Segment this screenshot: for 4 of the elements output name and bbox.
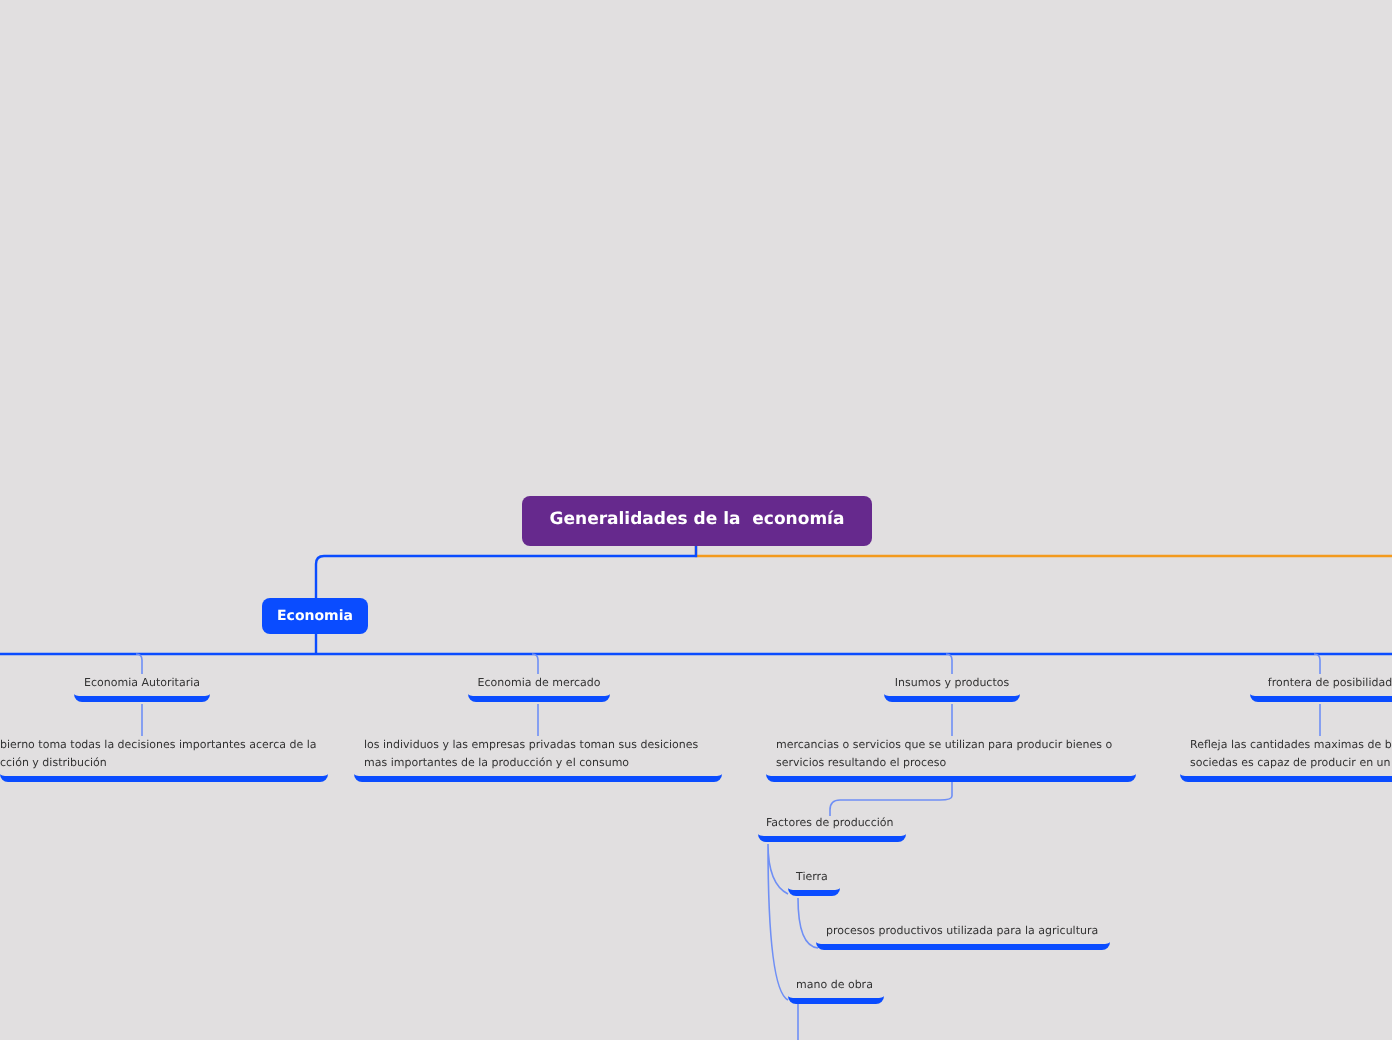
root-topic[interactable]: Generalidades de la economía [522, 496, 872, 546]
connector-line [797, 1003, 799, 1040]
connector-line [797, 897, 819, 949]
connector-line [829, 781, 953, 817]
